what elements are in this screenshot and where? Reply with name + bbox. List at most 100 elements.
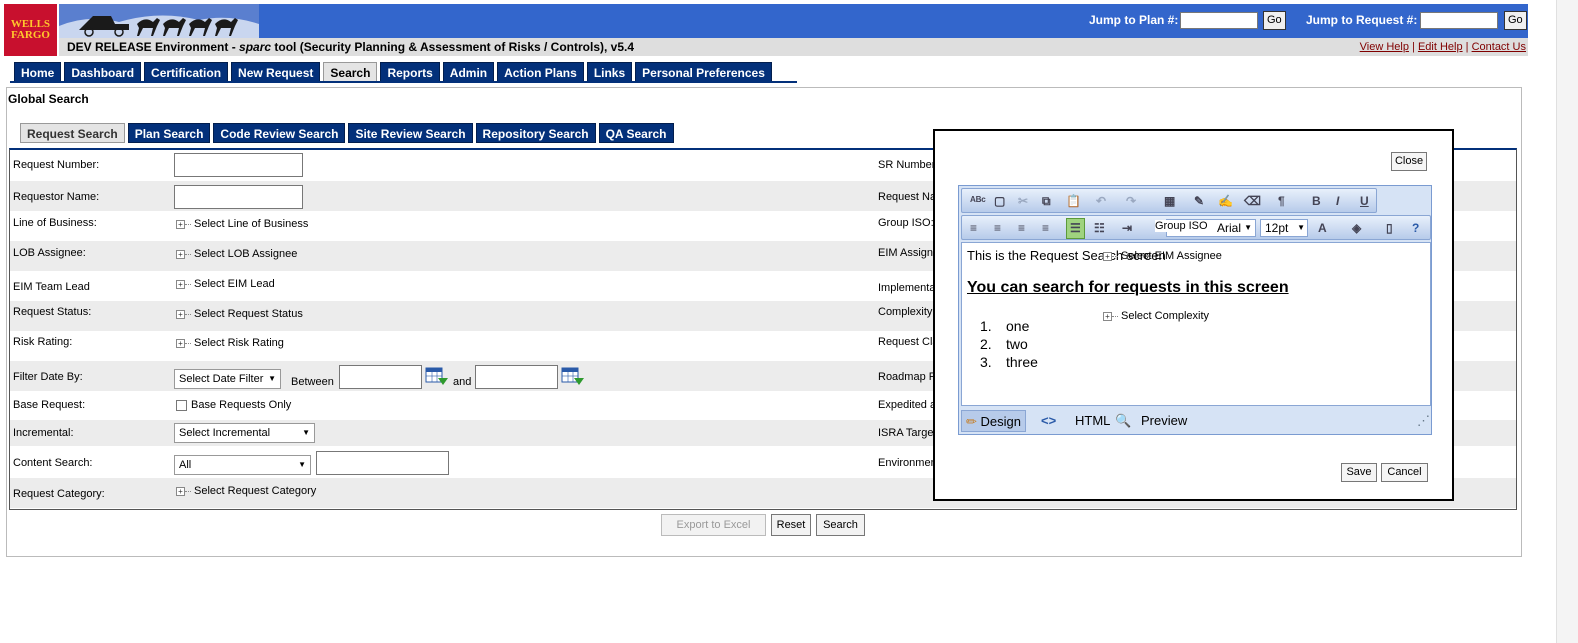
underline-icon[interactable]: U: [1360, 194, 1369, 208]
expand-icon[interactable]: +: [176, 249, 185, 259]
pencil-icon: ✏: [966, 414, 977, 429]
request-class-label: Request Cla: [878, 336, 939, 348]
italic-icon[interactable]: I: [1336, 194, 1339, 208]
request-number-label: Request Number:: [13, 159, 100, 171]
help-icon[interactable]: ?: [1412, 221, 1419, 235]
editor-toolbar-1: ᴬᴮᶜ ▢ ✂ ⧉ 📋 ↶ ↷ ▦ ✎ ✍ ⌫ ¶ B I U: [961, 188, 1377, 213]
tab-admin[interactable]: Admin: [442, 62, 495, 82]
spellcheck-icon[interactable]: ᴬᴮᶜ: [970, 194, 986, 208]
vertical-scrollbar[interactable]: [1556, 0, 1578, 643]
export-to-excel-button[interactable]: Export to Excel: [661, 514, 766, 536]
design-mode-tab[interactable]: ✏ Design: [961, 410, 1026, 432]
paste-text-icon[interactable]: ✍: [1218, 194, 1233, 208]
cancel-button[interactable]: Cancel: [1381, 463, 1428, 482]
calendar-icon[interactable]: [425, 366, 449, 386]
align-center-icon[interactable]: ≡: [994, 221, 1001, 235]
content-list: 1. one 2. two 3. three: [980, 317, 1038, 371]
align-left-icon[interactable]: ≡: [970, 221, 977, 235]
tab-certification[interactable]: Certification: [144, 62, 229, 82]
numbered-list-icon[interactable]: ☰: [1066, 218, 1085, 239]
editor-content-area[interactable]: This is the Request Search screen You ca…: [961, 242, 1431, 406]
bold-icon[interactable]: B: [1312, 194, 1321, 208]
bullet-list-icon[interactable]: ☷: [1094, 221, 1105, 235]
insert-image-icon[interactable]: ▯: [1386, 221, 1393, 235]
tab-search[interactable]: Search: [323, 62, 378, 82]
paste-icon[interactable]: 📋: [1066, 194, 1081, 208]
html-mode-tab[interactable]: HTML: [1075, 410, 1110, 432]
font-color-icon[interactable]: A: [1318, 221, 1327, 235]
logo-text: WELLS FARGO: [11, 19, 50, 41]
tab-new-request[interactable]: New Request: [231, 62, 321, 82]
content-search-select[interactable]: All ▼: [174, 455, 311, 475]
tab-links[interactable]: Links: [586, 62, 633, 82]
date-filter-select[interactable]: Select Date Filter ▼: [174, 369, 281, 389]
stagecoach-banner-image: [59, 4, 259, 38]
resize-grip-icon[interactable]: ⋰: [1417, 410, 1430, 432]
eim-team-lead-label: EIM Team Lead: [13, 281, 90, 293]
eim-lead-tree[interactable]: + Select EIM Lead: [176, 278, 275, 290]
risk-rating-label: Risk Rating:: [13, 336, 73, 348]
tab-reports[interactable]: Reports: [380, 62, 440, 82]
subtab-qa-search[interactable]: QA Search: [598, 123, 674, 143]
subtab-repository-search[interactable]: Repository Search: [475, 123, 596, 143]
html-code-icon[interactable]: <>: [1041, 410, 1056, 432]
jump-to-plan-input[interactable]: [1180, 12, 1258, 29]
jump-plan-go-button[interactable]: Go: [1263, 11, 1286, 30]
align-right-icon[interactable]: ≡: [1018, 221, 1025, 235]
content-search-input[interactable]: [316, 451, 449, 475]
search-button[interactable]: Search: [816, 514, 865, 536]
contact-us-link[interactable]: Contact Us: [1472, 41, 1526, 53]
justify-icon[interactable]: ≡: [1042, 221, 1049, 235]
format-stripper-icon[interactable]: ⌫: [1244, 194, 1261, 208]
save-button[interactable]: Save: [1341, 463, 1377, 482]
cut-icon[interactable]: ✂: [1018, 194, 1028, 208]
tab-dashboard[interactable]: Dashboard: [64, 62, 142, 82]
lob-assignee-label: LOB Assignee:: [13, 247, 86, 259]
close-button[interactable]: Close: [1391, 152, 1427, 171]
incremental-select[interactable]: Select Incremental ▼: [174, 423, 315, 443]
subtab-plan-search[interactable]: Plan Search: [127, 123, 211, 143]
expand-icon[interactable]: +: [176, 309, 185, 319]
expand-icon[interactable]: +: [176, 486, 185, 496]
list-item: 1. one: [980, 318, 1030, 334]
expand-icon[interactable]: +: [176, 338, 185, 348]
subtab-request-search[interactable]: Request Search: [20, 123, 125, 143]
view-help-link[interactable]: View Help: [1360, 41, 1409, 53]
request-status-tree[interactable]: + Select Request Status: [176, 308, 303, 320]
select-all-icon[interactable]: ▢: [994, 194, 1005, 208]
subtab-code-review-search[interactable]: Code Review Search: [213, 123, 346, 143]
redo-icon[interactable]: ↷: [1126, 194, 1136, 208]
paragraph-icon[interactable]: ¶: [1278, 194, 1285, 208]
font-size-select[interactable]: 12pt ▼: [1260, 219, 1308, 237]
undo-icon[interactable]: ↶: [1096, 194, 1106, 208]
tab-action-plans[interactable]: Action Plans: [497, 62, 584, 82]
incremental-label: Incremental:: [13, 427, 74, 439]
highlight-color-icon[interactable]: ◈: [1352, 221, 1361, 235]
tab-home[interactable]: Home: [14, 62, 62, 82]
tab-personal-preferences[interactable]: Personal Preferences: [635, 62, 772, 82]
jump-to-request-input[interactable]: [1420, 12, 1498, 29]
expand-icon[interactable]: +: [176, 279, 185, 289]
jump-request-go-button[interactable]: Go: [1504, 11, 1527, 30]
line-of-business-tree[interactable]: + Select Line of Business: [176, 218, 308, 230]
expand-icon[interactable]: +: [176, 219, 185, 229]
end-date-input[interactable]: [475, 365, 558, 389]
base-requests-only-checkbox[interactable]: Base Requests Only: [176, 399, 291, 411]
risk-rating-tree[interactable]: + Select Risk Rating: [176, 337, 284, 349]
indent-icon[interactable]: ⇥: [1122, 221, 1132, 235]
lob-assignee-tree[interactable]: + Select LOB Assignee: [176, 248, 297, 260]
calendar-icon[interactable]: [561, 366, 585, 386]
paste-word-icon[interactable]: ✎: [1194, 194, 1204, 208]
edit-help-link[interactable]: Edit Help: [1418, 41, 1463, 53]
tool-name: sparc: [239, 40, 272, 54]
request-number-input[interactable]: [174, 153, 303, 177]
table-icon[interactable]: ▦: [1164, 194, 1175, 208]
requestor-name-input[interactable]: [174, 185, 303, 209]
preview-mode-tab[interactable]: Preview: [1141, 410, 1187, 432]
request-category-tree[interactable]: + Select Request Category: [176, 485, 316, 497]
magnifier-icon[interactable]: 🔍: [1115, 410, 1131, 432]
copy-icon[interactable]: ⧉: [1042, 194, 1051, 209]
start-date-input[interactable]: [339, 365, 422, 389]
subtab-site-review-search[interactable]: Site Review Search: [348, 123, 473, 143]
reset-button[interactable]: Reset: [771, 514, 811, 536]
